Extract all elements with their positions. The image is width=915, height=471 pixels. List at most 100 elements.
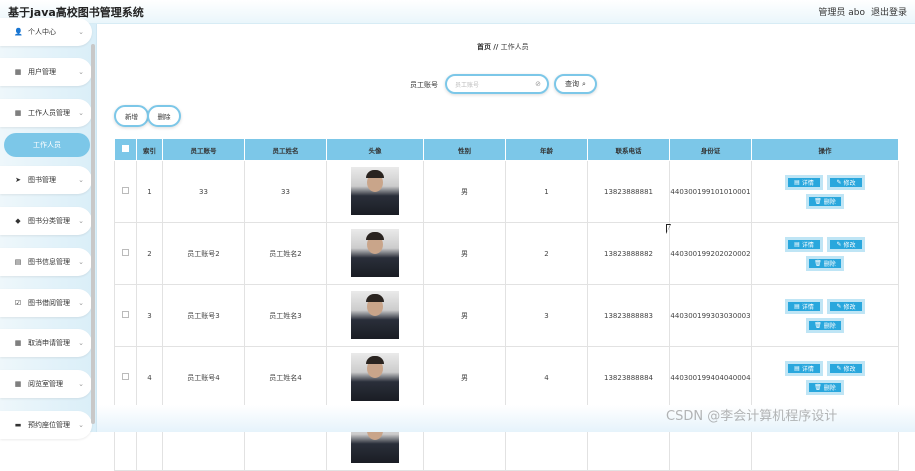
search-icon: ⌕ (582, 79, 586, 88)
table-row[interactable]: 4 员工账号4 员工姓名4 男 4 13823888884 4403001994040400… (114, 346, 899, 409)
sidebar-item-label: 预约座位管理 (28, 421, 70, 429)
sidebar-item-label: 个人中心 (28, 28, 56, 36)
cell-id: 440300199404040004 (669, 346, 752, 409)
detail-button[interactable]: ▤ 详情 (785, 298, 823, 314)
edit-icon: ✎ (836, 302, 842, 310)
sidebar-item-seat[interactable]: ▬ 预约座位管理 ⌄ (0, 411, 92, 439)
cell-name: 员工姓名4 (244, 346, 327, 409)
avatar (351, 166, 399, 215)
detail-button[interactable]: ▤ 详情 (785, 236, 823, 252)
detail-icon: ▤ (794, 240, 800, 248)
cell-ops: ▤ 详情 ✎ 修改 🗑 删除 (751, 160, 899, 223)
sidebar-item-label: 图书管理 (28, 176, 56, 184)
sidebar-item-borrow[interactable]: ☑ 图书借阅管理 ⌄ (0, 289, 92, 317)
cell-phone: 13823888883 (587, 284, 670, 347)
chevron-down-icon: ⌄ (78, 299, 84, 307)
delete-button[interactable]: 🗑 删除 (806, 193, 844, 209)
cell-phone: 13823888881 (587, 160, 670, 223)
cell-avatar (326, 284, 424, 347)
table-row[interactable]: 3 员工账号3 员工姓名3 男 3 13823888883 4403001993030300… (114, 284, 899, 347)
delete-button[interactable]: 🗑 删除 (806, 255, 844, 271)
detail-button[interactable]: ▤ 详情 (785, 174, 823, 190)
edit-button[interactable]: ✎ 修改 (827, 360, 865, 376)
row-checkbox[interactable] (114, 346, 137, 409)
chevron-down-icon: ⌄ (78, 28, 84, 36)
avatar (351, 352, 399, 401)
search-input[interactable]: 员工账号 ⊘ (445, 74, 549, 94)
current-user: 管理员 abo (818, 8, 865, 18)
column-header: 操作 (751, 138, 899, 161)
chevron-down-icon: ⌄ (78, 258, 84, 266)
sidebar-item-label: 取消申请管理 (28, 339, 70, 347)
sidebar-item-profile[interactable]: 👤 个人中心 ⌄ (0, 18, 92, 46)
cell-ops: ▤ 详情 ✎ 修改 🗑 删除 (751, 222, 899, 285)
tag-icon: ◆ (15, 217, 21, 225)
sidebar-subitem-staff[interactable]: 工作人员 (4, 133, 90, 157)
breadcrumb: 首页 // 工作人员 (477, 42, 529, 52)
send-icon: ➤ (15, 176, 21, 184)
sidebar-item-books[interactable]: ➤ 图书管理 ⌄ (0, 166, 92, 194)
row-checkbox[interactable] (114, 160, 137, 223)
chat-icon: ▬ (14, 421, 22, 429)
logout-link[interactable]: 退出登录 (871, 5, 907, 18)
sidebar-scrollbar[interactable] (91, 44, 95, 424)
search-button[interactable]: 查询 ⌕ (554, 74, 597, 94)
edit-label: 修改 (843, 241, 856, 249)
grid-icon: ▦ (14, 380, 22, 388)
breadcrumb-home[interactable]: 首页 (477, 43, 491, 51)
chevron-down-icon: ⌄ (78, 217, 84, 225)
sidebar-item-label: 工作人员管理 (28, 109, 70, 117)
doc-icon: ▤ (14, 258, 22, 266)
edit-icon: ✎ (836, 240, 842, 248)
detail-button[interactable]: ▤ 详情 (785, 360, 823, 376)
main-content: 首页 // 工作人员 员工账号 员工账号 ⊘ 查询 ⌕ 新增 删除 索引 员工账… (97, 24, 915, 471)
sidebar-item-staff[interactable]: ▦ 工作人员管理 ⌄ (0, 99, 92, 127)
check-icon: ☑ (14, 299, 22, 307)
cell-avatar (326, 160, 424, 223)
breadcrumb-separator: // (493, 43, 499, 51)
cell-age: 2 (505, 222, 588, 285)
table-row[interactable]: 1 33 33 男 1 13823888881 440300199101010001 ▤ 详情 ✎… (114, 160, 899, 223)
column-header: 年龄 (505, 138, 588, 161)
delete-label: 删除 (823, 198, 836, 206)
cell-gender: 男 (423, 284, 506, 347)
sidebar-item-users[interactable]: ▦ 用户管理 ⌄ (0, 58, 92, 86)
cell-age: 4 (505, 346, 588, 409)
watermark: CSDN @李会计算机程序设计 (666, 409, 838, 424)
cell-index: 2 (136, 222, 163, 285)
table-row[interactable]: 2 员工账号2 员工姓名2 男 2 13823888882 4403001992020200… (114, 222, 899, 285)
column-header: 身份证 (669, 138, 752, 161)
detail-icon: ▤ (794, 364, 800, 372)
detail-label: 详情 (801, 241, 814, 249)
edit-label: 修改 (843, 303, 856, 311)
trash-icon: 🗑 (814, 259, 822, 267)
sidebar-item-book-category[interactable]: ◆ 图书分类管理 ⌄ (0, 207, 92, 235)
chevron-down-icon: ⌄ (78, 68, 84, 76)
cell-ops: ▤ 详情 ✎ 修改 🗑 删除 (751, 346, 899, 409)
sidebar-item-label: 图书信息管理 (28, 258, 70, 266)
detail-label: 详情 (801, 303, 814, 311)
delete-button[interactable]: 🗑 删除 (806, 317, 844, 333)
cell-gender: 男 (423, 160, 506, 223)
row-checkbox[interactable] (114, 284, 137, 347)
cell-name: 员工姓名3 (244, 284, 327, 347)
search-placeholder: 员工账号 (455, 81, 480, 89)
delete-button[interactable]: 🗑 删除 (806, 379, 844, 395)
cell-gender: 男 (423, 222, 506, 285)
select-all-checkbox[interactable] (114, 138, 137, 161)
edit-button[interactable]: ✎ 修改 (827, 174, 865, 190)
edit-button[interactable]: ✎ 修改 (827, 236, 865, 252)
top-bar: 基于java高校图书管理系统 管理员 abo 退出登录 (0, 0, 915, 24)
cell-account: 员工账号4 (162, 346, 245, 409)
sidebar-item-cancel[interactable]: ▦ 取消申请管理 ⌄ (0, 329, 92, 357)
sidebar-item-book-info[interactable]: ▤ 图书信息管理 ⌄ (0, 248, 92, 276)
delete-label: 删除 (823, 260, 836, 268)
batch-delete-button[interactable]: 删除 (147, 105, 181, 127)
cell-name: 员工姓名2 (244, 222, 327, 285)
add-button[interactable]: 新增 (114, 105, 149, 127)
row-checkbox[interactable] (114, 222, 137, 285)
search-icon: ⊘ (535, 80, 541, 88)
sidebar-item-reading-room[interactable]: ▦ 阅览室管理 ⌄ (0, 370, 92, 398)
edit-button[interactable]: ✎ 修改 (827, 298, 865, 314)
sidebar-item-label: 图书分类管理 (28, 217, 70, 225)
